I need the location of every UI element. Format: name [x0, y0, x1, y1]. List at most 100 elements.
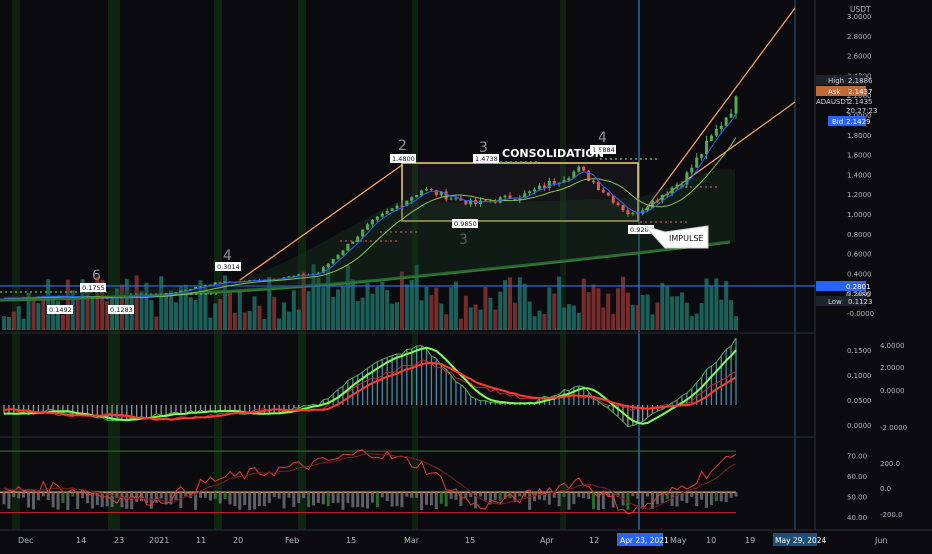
- candle-body: [636, 213, 640, 215]
- high-label: High: [828, 77, 844, 85]
- price-tick: 3.0000: [847, 13, 872, 21]
- osc2-histogram-bar: [346, 492, 350, 503]
- candle-body: [616, 202, 620, 206]
- candle-body: [621, 205, 625, 211]
- candle-body: [464, 200, 468, 205]
- osc2-histogram-bar: [459, 492, 463, 506]
- price-tick: 2.8000: [847, 33, 872, 41]
- volume-bar: [537, 310, 542, 330]
- volume-bar: [635, 304, 640, 330]
- trading-chart[interactable]: 6 4 2 3 4 3 0.1755 0.1492 0.1283 0.3014 …: [0, 0, 932, 550]
- volume-bar: [719, 299, 724, 330]
- volume-bar: [458, 318, 463, 330]
- osc2-histogram-bar: [218, 492, 222, 504]
- candle-body: [592, 180, 596, 183]
- osc2-histogram-bar: [321, 492, 325, 505]
- osc2-histogram-bar: [366, 492, 370, 509]
- volume-bar: [272, 296, 277, 330]
- volume-bar: [463, 295, 468, 330]
- osc2-histogram-bar: [454, 492, 458, 500]
- osc2-histogram-bar: [27, 492, 31, 508]
- osc2-histogram-bar: [420, 492, 424, 510]
- osc2-histogram-bar: [2, 492, 6, 505]
- osc2-histogram-bar: [429, 492, 433, 506]
- volume-bar: [2, 316, 6, 330]
- osc2-histogram-bar: [292, 492, 296, 507]
- time-tick: May: [670, 536, 687, 545]
- candle-body: [646, 207, 650, 211]
- candle-body: [351, 241, 355, 244]
- volume-bar: [488, 297, 493, 330]
- osc2-histogram-bar: [705, 492, 709, 508]
- price-tick: 0.6000: [847, 251, 872, 259]
- time-tick: Jun: [874, 536, 888, 545]
- osc2-histogram-bar: [562, 492, 566, 497]
- candle-body: [346, 243, 350, 251]
- osc2-histogram-bar: [444, 492, 448, 507]
- osc2-histogram-bar: [385, 492, 389, 502]
- osc2-histogram-bar: [582, 492, 586, 499]
- candle-body: [631, 213, 635, 215]
- volume-bar: [65, 279, 70, 330]
- volume-bar: [684, 302, 689, 330]
- volume-bar: [395, 302, 400, 330]
- volume-bar: [444, 314, 449, 330]
- osc2-histogram-bar: [390, 492, 394, 507]
- volume-bar: [296, 309, 301, 330]
- volume-bar: [724, 281, 729, 330]
- candle-body: [582, 166, 586, 171]
- osc2-histogram-bar: [631, 492, 635, 497]
- volume-bar: [439, 303, 444, 330]
- osc2-histogram-bar: [449, 492, 453, 499]
- candle-body: [734, 96, 738, 114]
- volume-bar: [547, 287, 552, 330]
- osc2-histogram-bar: [405, 492, 409, 497]
- volume-bar: [498, 291, 503, 330]
- volume-bar: [566, 304, 571, 330]
- low-label: Low: [828, 298, 842, 306]
- value-tag: 0.1492: [49, 306, 72, 314]
- volume-bar: [503, 280, 508, 330]
- osc2-histogram-bar: [90, 492, 94, 509]
- candle-body: [552, 181, 556, 184]
- osc2-histogram-bar: [361, 492, 365, 508]
- volume-bar: [257, 305, 262, 330]
- time-tick: 23: [114, 536, 124, 545]
- osc2-histogram-bar: [528, 492, 532, 510]
- volume-bar: [655, 302, 660, 330]
- osc2-histogram-bar: [700, 492, 704, 500]
- candle-body: [665, 193, 669, 196]
- volume-bar: [424, 286, 429, 330]
- osc2-tick: 70.00: [847, 452, 867, 460]
- volume-bar: [586, 292, 591, 330]
- osc2-histogram-bar: [596, 492, 600, 510]
- osc2-histogram-bar: [336, 492, 340, 503]
- volume-bar: [134, 275, 139, 330]
- volume-bar: [350, 279, 355, 330]
- osc2-histogram-bar: [248, 492, 252, 510]
- volume-bar: [360, 297, 365, 330]
- time-tick: Feb: [285, 536, 299, 545]
- osc2-histogram-bar: [587, 492, 591, 499]
- osc2-histogram-bar: [208, 492, 212, 501]
- volume-bar: [375, 286, 380, 330]
- osc2-histogram-bar: [267, 492, 271, 503]
- price-tick: 1.4000: [847, 171, 872, 179]
- candle-body: [537, 185, 541, 190]
- time-tick: Apr: [540, 536, 555, 545]
- ask-label: Ask: [828, 88, 841, 96]
- value-tag: 0.1283: [110, 306, 133, 314]
- volume-bar: [291, 290, 296, 330]
- candle-body: [567, 178, 571, 181]
- osc2-histogram-bar: [415, 492, 419, 498]
- volume-bar: [262, 319, 267, 330]
- osc1-tick: 0.1000: [847, 372, 872, 380]
- volume-bar: [591, 284, 596, 330]
- osc2-histogram-bar: [709, 492, 713, 505]
- osc1-tick: 0.1500: [847, 347, 872, 355]
- volume-bar: [522, 283, 527, 330]
- osc2-histogram-bar: [577, 492, 581, 497]
- chart-window[interactable]: 6 4 2 3 4 3 0.1755 0.1492 0.1283 0.3014 …: [0, 0, 932, 550]
- volume-bar: [159, 276, 164, 330]
- osc2-histogram-bar: [253, 492, 257, 510]
